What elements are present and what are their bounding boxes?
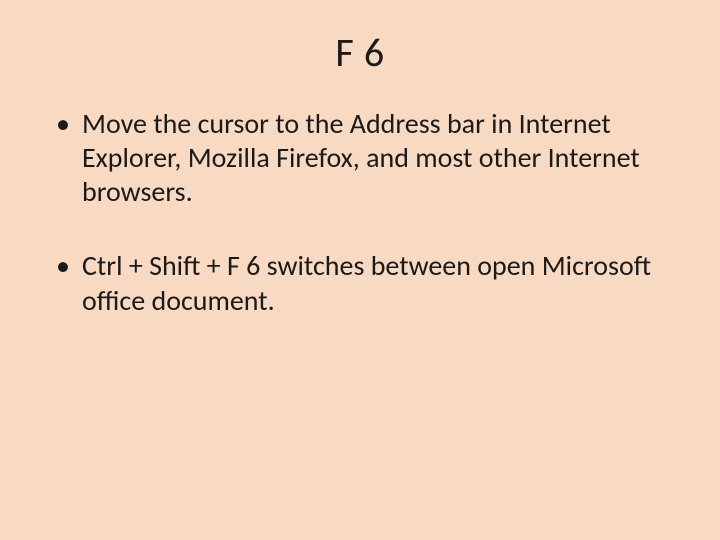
list-item: Ctrl + Shift + F 6 switches between open… [50,249,670,317]
slide-body: Move the cursor to the Address bar in In… [0,77,720,318]
slide: F 6 Move the cursor to the Address bar i… [0,0,720,540]
slide-title: F 6 [0,0,720,77]
list-item: Move the cursor to the Address bar in In… [50,107,670,209]
bullet-list: Move the cursor to the Address bar in In… [50,107,670,318]
